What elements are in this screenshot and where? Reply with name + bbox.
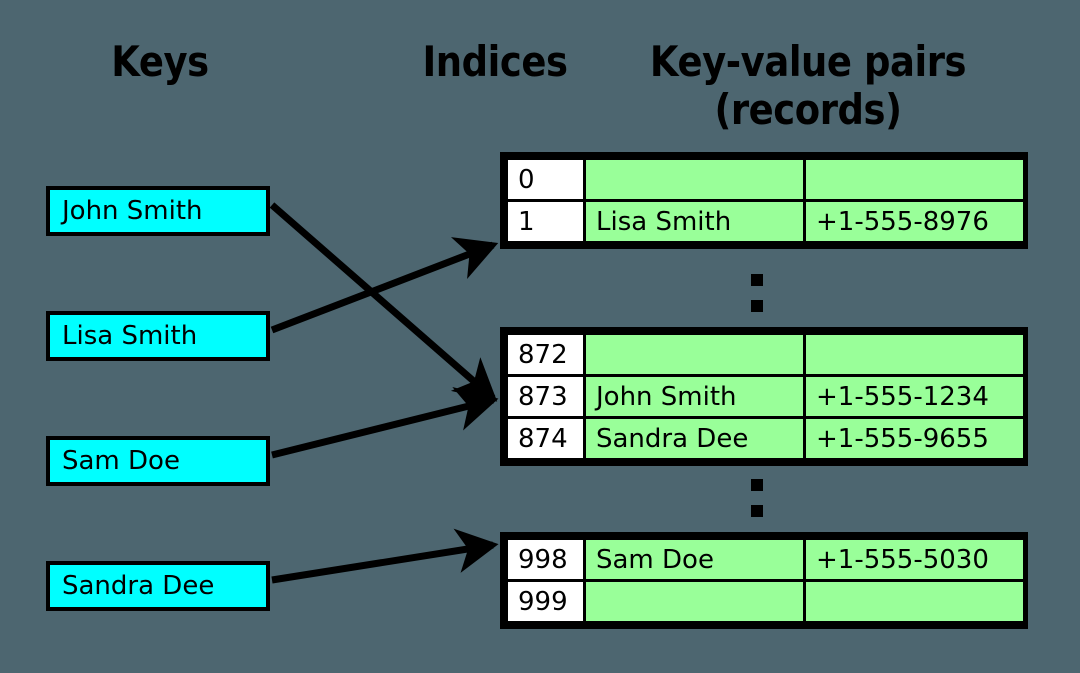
key-box-label: Lisa Smith (62, 321, 198, 351)
ellipsis-dot (751, 274, 763, 286)
key-box-label: Sam Doe (62, 446, 180, 476)
cell-index: 998 (505, 537, 586, 582)
cell-index: 999 (505, 579, 586, 624)
arrow-john-smith-to-873 (269, 202, 498, 402)
table-row: 874 Sandra Dee +1-555-9655 (505, 416, 1026, 461)
table-row: 0 (505, 157, 1026, 202)
vertical-ellipsis-icon (747, 274, 767, 320)
cell-phone: +1-555-8976 (803, 199, 1026, 244)
cell-phone: +1-555-9655 (803, 416, 1026, 461)
record-table-block-2: 998 Sam Doe +1-555-5030 999 (500, 532, 1028, 629)
cell-phone (803, 579, 1026, 624)
heading-indices: Indices (422, 37, 568, 86)
ellipsis-dot (751, 300, 763, 312)
cell-index: 872 (505, 332, 586, 377)
ellipsis-dot (751, 479, 763, 491)
table-row: 872 (505, 332, 1026, 377)
key-box-lisa-smith[interactable]: Lisa Smith (46, 311, 270, 361)
arrow-sam-doe-to-998 (271, 387, 499, 459)
record-table-block-1: 872 873 John Smith +1-555-1234 874 Sandr… (500, 327, 1028, 466)
cell-name: Lisa Smith (583, 199, 806, 244)
cell-name: Sandra Dee (583, 416, 806, 461)
key-box-label: John Smith (62, 196, 203, 226)
key-box-sam-doe[interactable]: Sam Doe (46, 436, 270, 486)
table-row: 873 John Smith +1-555-1234 (505, 374, 1026, 419)
cell-phone: +1-555-1234 (803, 374, 1026, 419)
cell-index: 874 (505, 416, 586, 461)
table-row: 999 (505, 579, 1026, 624)
cell-index: 873 (505, 374, 586, 419)
cell-name (583, 157, 806, 202)
cell-name (583, 579, 806, 624)
heading-key-value-pairs: Key-value pairs (records) (641, 38, 975, 134)
cell-phone: +1-555-5030 (803, 537, 1026, 582)
heading-keys: Keys (111, 37, 209, 86)
arrow-sandra-dee-to-874 (271, 528, 499, 584)
cell-index: 1 (505, 199, 586, 244)
key-box-sandra-dee[interactable]: Sandra Dee (46, 561, 270, 611)
table-row: 1 Lisa Smith +1-555-8976 (505, 199, 1026, 244)
ellipsis-dot (751, 505, 763, 517)
key-box-john-smith[interactable]: John Smith (46, 186, 270, 236)
diagram-canvas: Keys Indices Key-value pairs (records) J… (0, 0, 1080, 673)
key-box-label: Sandra Dee (62, 571, 215, 601)
vertical-ellipsis-icon (747, 479, 767, 525)
arrow-lisa-smith-to-1 (270, 237, 499, 334)
record-table-block-0: 0 1 Lisa Smith +1-555-8976 (500, 152, 1028, 249)
cell-phone (803, 157, 1026, 202)
cell-name (583, 332, 806, 377)
cell-index: 0 (505, 157, 586, 202)
heading-key-value-pairs-line2: (records) (714, 85, 902, 134)
heading-key-value-pairs-line1: Key-value pairs (649, 37, 967, 86)
cell-phone (803, 332, 1026, 377)
table-row: 998 Sam Doe +1-555-5030 (505, 537, 1026, 582)
cell-name: John Smith (583, 374, 806, 419)
cell-name: Sam Doe (583, 537, 806, 582)
